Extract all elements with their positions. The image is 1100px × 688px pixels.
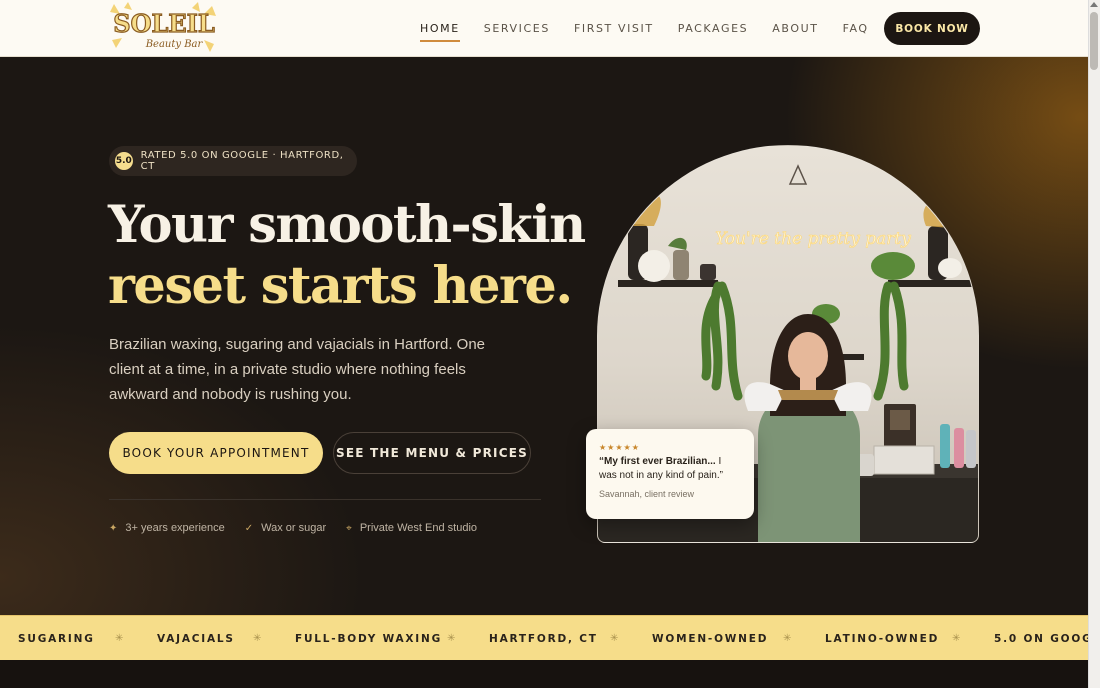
hero-headline: Your smooth-skin reset starts here.: [108, 195, 586, 317]
review-card: ★★★★★ “My first ever Brazilian... I was …: [586, 429, 754, 519]
nav-faq[interactable]: FAQ: [843, 0, 869, 57]
scrollbar-thumb[interactable]: [1090, 12, 1098, 70]
feature-text: 3+ years experience: [125, 522, 225, 534]
nav-about[interactable]: ABOUT: [772, 0, 818, 57]
star-separator-icon: ✳: [115, 633, 124, 644]
svg-text:Beauty Bar: Beauty Bar: [145, 39, 204, 50]
svg-text:You're the pretty party: You're the pretty party: [715, 229, 911, 249]
hero-section: 5.0 RATED 5.0 ON GOOGLE · HARTFORD, CT Y…: [0, 57, 1088, 615]
nav-services[interactable]: SERVICES: [484, 0, 550, 57]
site-header: SOLEIL Beauty Bar HOME SERVICES FIRST VI…: [0, 0, 1088, 57]
menu-prices-button[interactable]: SEE THE MENU & PRICES: [333, 432, 531, 474]
hero-description: Brazilian waxing, sugaring and vajacials…: [109, 336, 486, 403]
scroll-up-arrow-icon[interactable]: [1090, 2, 1098, 7]
feature-item: ✓ Wax or sugar: [245, 522, 326, 534]
star-separator-icon: ✳: [783, 633, 792, 644]
headline-line-2: reset starts here.: [108, 256, 573, 316]
star-separator-icon: ✳: [253, 633, 262, 644]
review-quote: “My first ever Brazilian... I was not in…: [599, 455, 741, 483]
marquee-item: 5.0 ON GOOGLE: [994, 632, 1088, 645]
hero-divider: [109, 499, 541, 500]
rating-score: 5.0: [115, 152, 133, 170]
page-scrollbar[interactable]: [1088, 0, 1100, 688]
feature-text: Private West End studio: [359, 522, 477, 534]
book-now-button[interactable]: BOOK NOW: [884, 12, 980, 45]
location-pin-icon: ⌖: [346, 522, 352, 534]
headline-line-1: Your smooth-skin: [108, 195, 586, 255]
rating-text: RATED 5.0 ON GOOGLE · HARTFORD, CT: [140, 150, 344, 172]
marquee-item: FULL-BODY WAXING: [295, 632, 443, 645]
marquee-item: SUGARING: [18, 632, 95, 645]
marquee-item: VAJACIALS: [157, 632, 235, 645]
services-marquee: SUGARING ✳ VAJACIALS ✳ FULL-BODY WAXING …: [0, 615, 1088, 660]
marquee-item: HARTFORD, CT: [489, 632, 598, 645]
feature-item: ⌖ Private West End studio: [346, 522, 477, 534]
nav-first-visit[interactable]: FIRST VISIT: [574, 0, 654, 57]
svg-text:SOLEIL: SOLEIL: [113, 9, 215, 38]
feature-item: ✦ 3+ years experience: [109, 522, 225, 534]
star-separator-icon: ✳: [952, 633, 961, 644]
reviewer-name: Savannah, client review: [599, 489, 695, 499]
check-icon: ✓: [244, 522, 254, 534]
soleil-logo[interactable]: SOLEIL Beauty Bar: [108, 0, 220, 56]
marquee-item: WOMEN-OWNED: [652, 632, 769, 645]
star-rating: ★★★★★: [599, 443, 640, 452]
nav-home[interactable]: HOME: [420, 0, 460, 57]
feature-list: ✦ 3+ years experience ✓ Wax or sugar ⌖ P…: [109, 522, 497, 534]
review-quote-bold: “My first ever Brazilian...: [599, 456, 716, 467]
book-appointment-button[interactable]: BOOK YOUR APPOINTMENT: [109, 432, 323, 474]
star-separator-icon: ✳: [447, 633, 456, 644]
star-separator-icon: ✳: [610, 633, 619, 644]
main-nav: HOME SERVICES FIRST VISIT PACKAGES ABOUT…: [420, 0, 952, 57]
rating-badge: 5.0 RATED 5.0 ON GOOGLE · HARTFORD, CT: [109, 146, 357, 176]
feature-text: Wax or sugar: [261, 522, 327, 534]
marquee-item: LATINO-OWNED: [825, 632, 940, 645]
nav-packages[interactable]: PACKAGES: [678, 0, 749, 57]
next-section-edge: [0, 660, 1088, 688]
sparkle-icon: ✦: [109, 522, 118, 534]
